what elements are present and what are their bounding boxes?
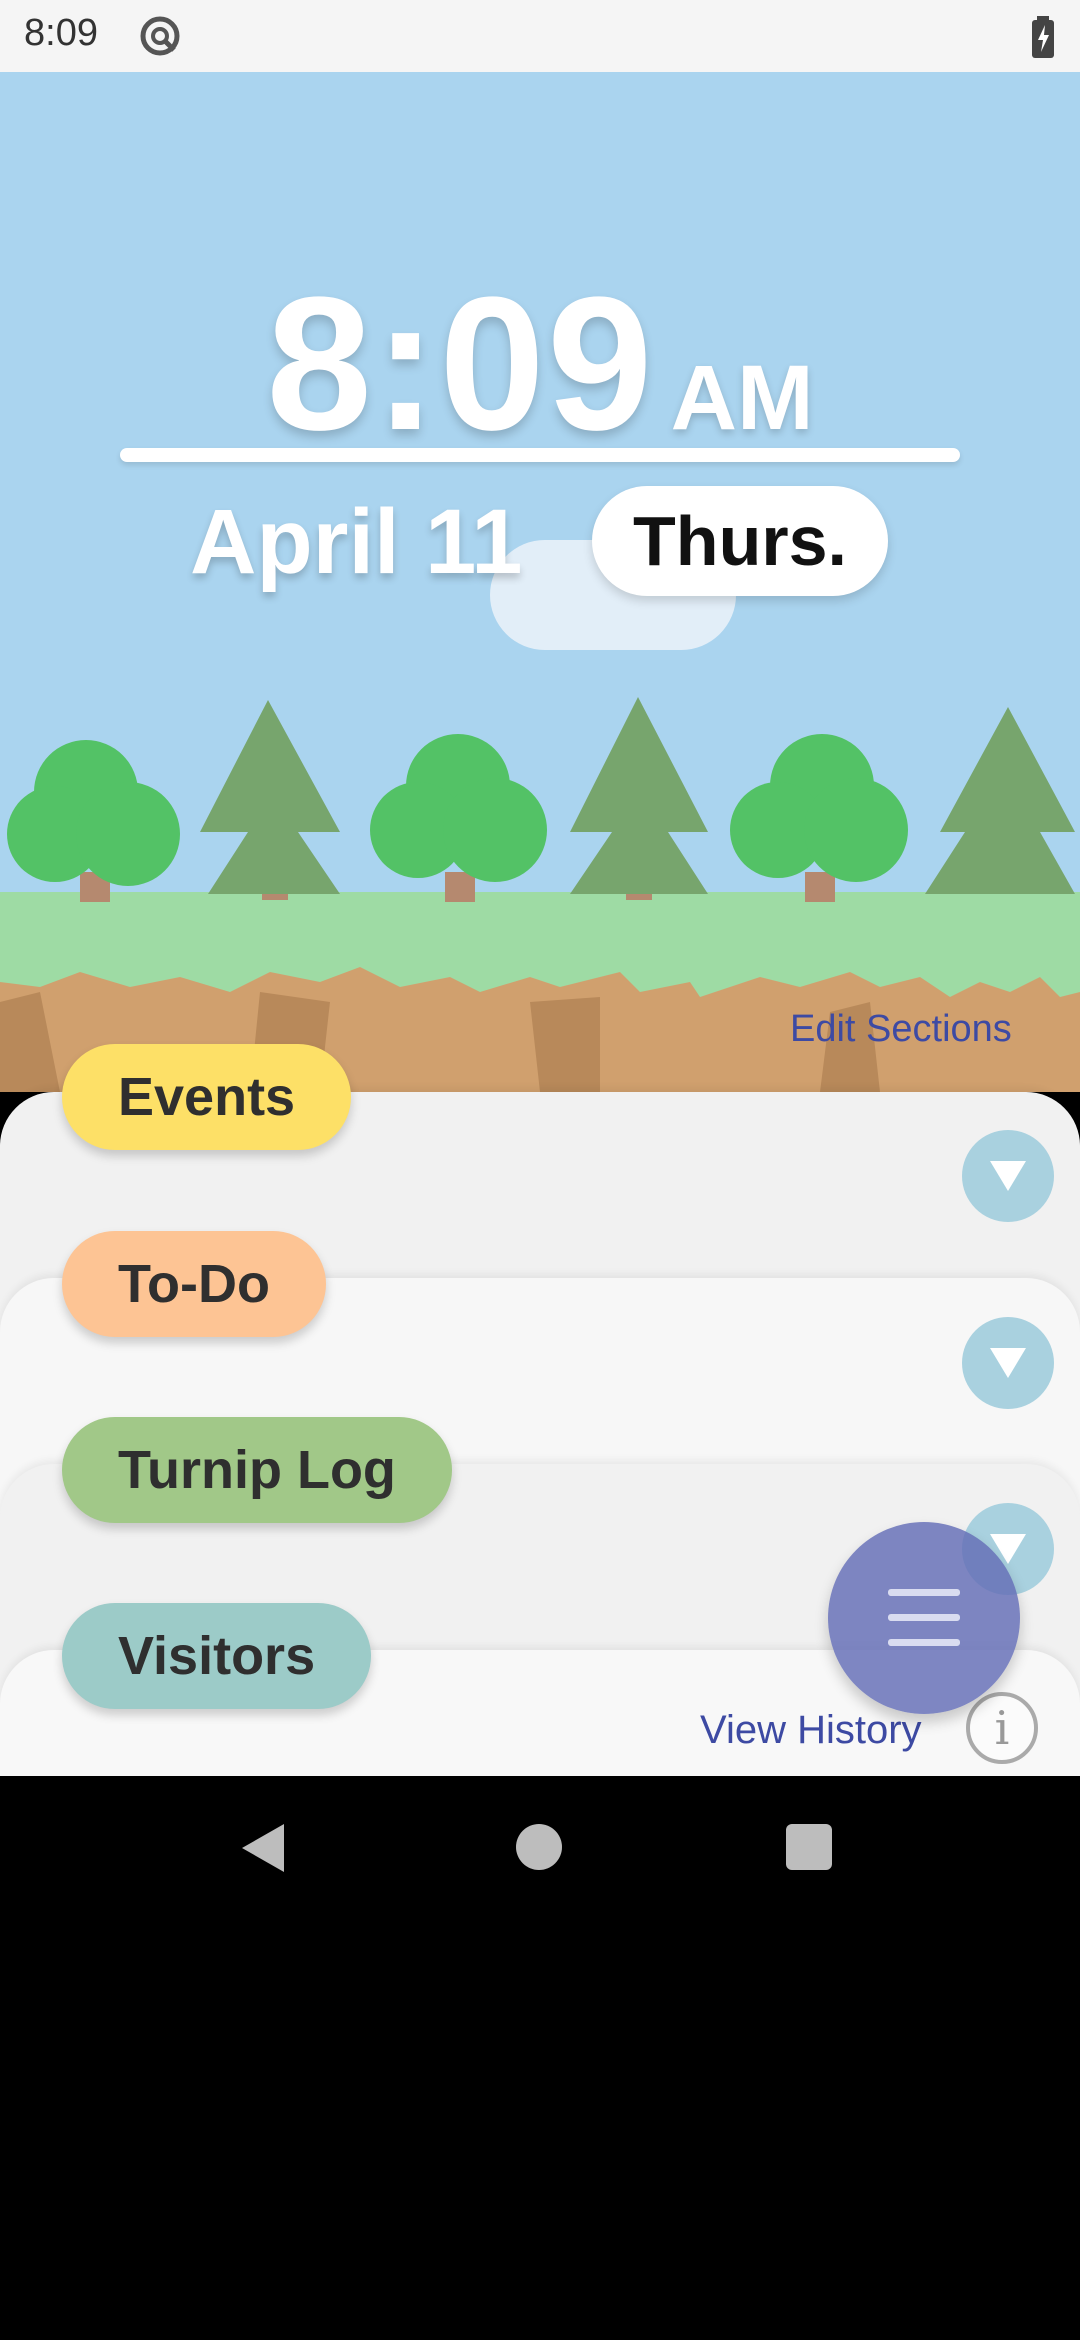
clock-ampm: AM <box>670 347 814 449</box>
todo-expand-button[interactable] <box>962 1317 1054 1409</box>
back-icon[interactable] <box>238 1820 288 1876</box>
menu-fab[interactable] <box>828 1522 1020 1714</box>
pine-tree <box>925 707 1075 894</box>
home-icon[interactable] <box>516 1824 562 1870</box>
events-tab[interactable]: Events <box>62 1044 352 1150</box>
status-bar: 8:09 <box>0 0 1080 72</box>
pine-tree <box>570 697 708 900</box>
pine-tree <box>200 700 340 900</box>
clock-divider <box>120 448 960 462</box>
date-text: April 11 <box>190 491 523 593</box>
round-tree <box>7 740 180 902</box>
visitors-tab[interactable]: Visitors <box>62 1603 372 1709</box>
recents-icon[interactable] <box>786 1824 832 1870</box>
menu-icon <box>888 1589 960 1646</box>
info-button[interactable]: i <box>966 1692 1038 1764</box>
view-history-link[interactable]: View History <box>700 1708 922 1753</box>
edit-sections-link[interactable]: Edit Sections <box>790 1008 1012 1051</box>
round-tree <box>370 734 547 902</box>
turnip-log-tab[interactable]: Turnip Log <box>62 1417 452 1523</box>
clock: 8:09 AM <box>0 255 1080 473</box>
todo-tab[interactable]: To-Do <box>62 1231 326 1337</box>
chevron-down-icon <box>990 1161 1026 1191</box>
sync-icon <box>140 16 180 56</box>
round-tree <box>730 734 908 902</box>
day-pill: Thurs. <box>592 486 888 596</box>
battery-charging-icon <box>1032 16 1054 58</box>
status-time: 8:09 <box>24 12 98 54</box>
clock-time: 8:09 <box>266 258 655 470</box>
events-expand-button[interactable] <box>962 1130 1054 1222</box>
chevron-down-icon <box>990 1348 1026 1378</box>
